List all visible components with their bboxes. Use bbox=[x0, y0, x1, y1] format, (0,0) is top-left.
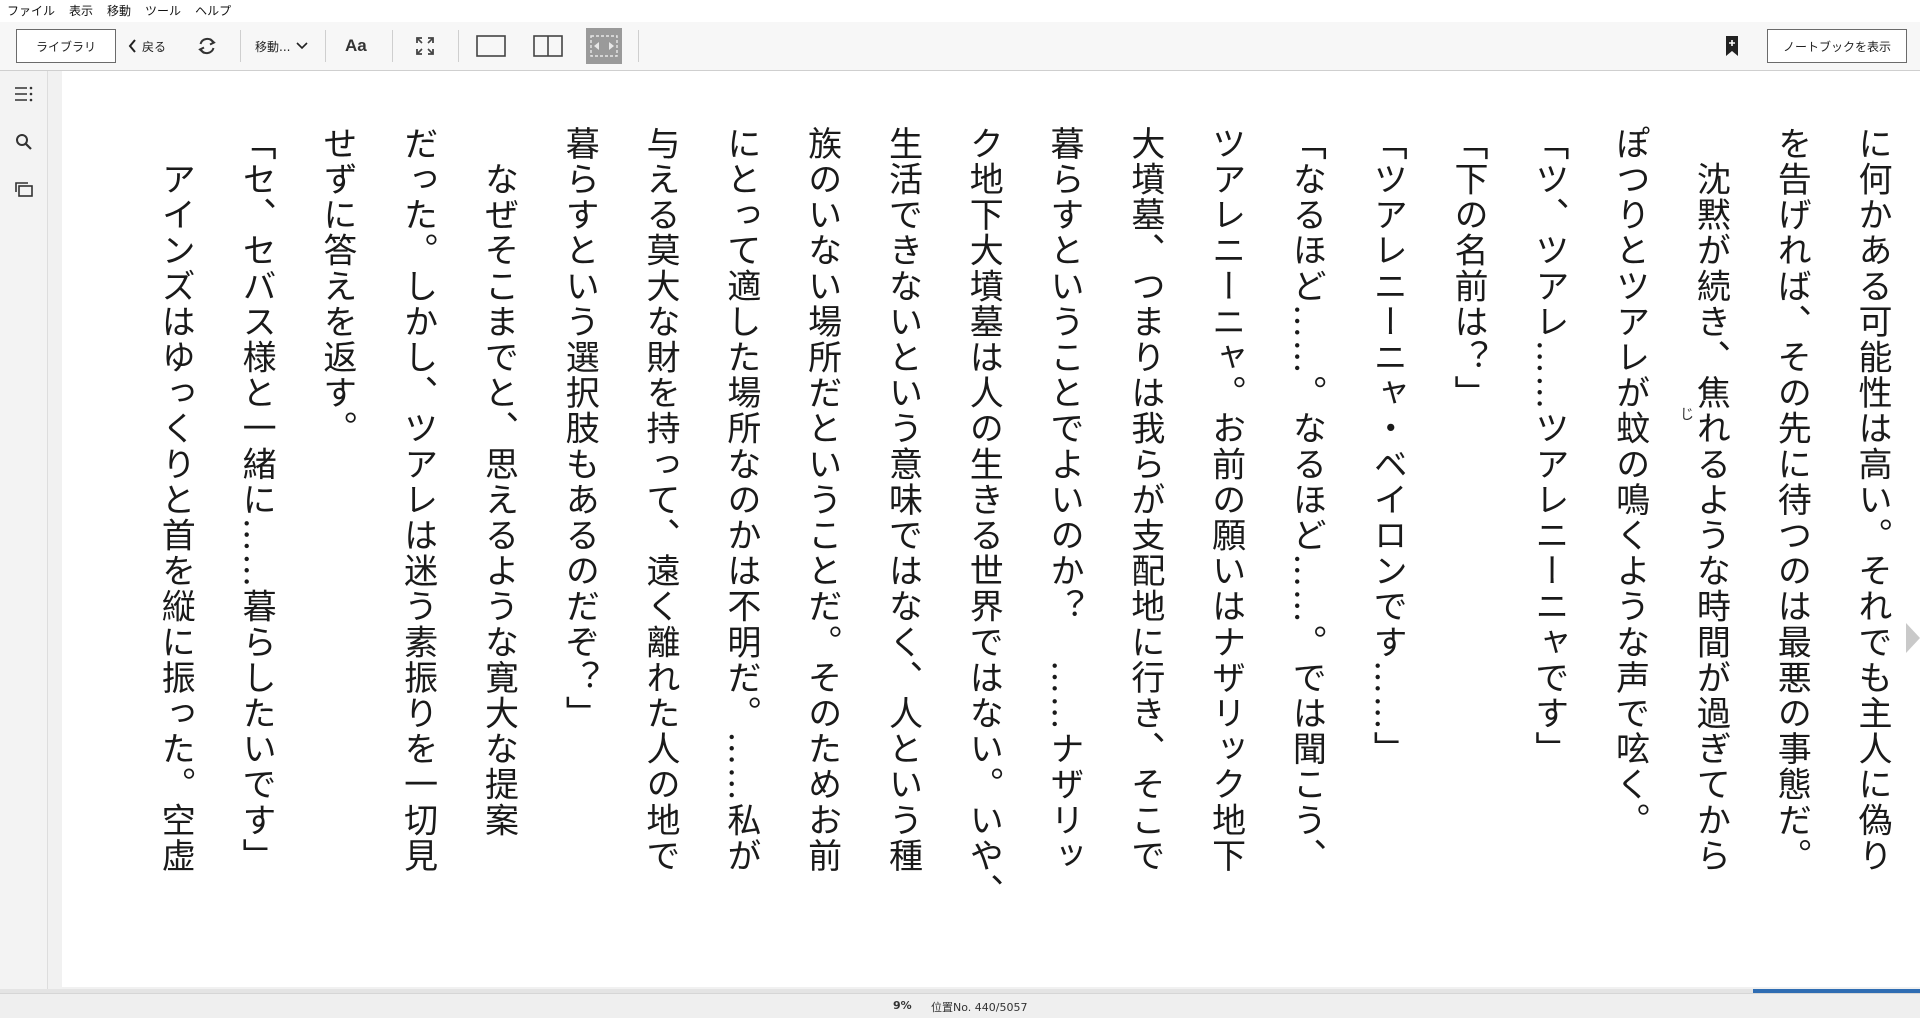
refresh-icon bbox=[198, 38, 216, 54]
next-page-arrow[interactable] bbox=[1906, 623, 1920, 653]
text-line: 族のいない場所だということだ。そのためお前 bbox=[801, 126, 842, 874]
text-line: なぜそこまでと、思えるような寛大な提案 bbox=[478, 126, 519, 838]
book-text-area: に何かある可能性は高い。それでも主人に偽り を告げれば、その先に待つのは最悪の事態… bbox=[102, 126, 1912, 986]
fullscreen-button[interactable] bbox=[414, 22, 436, 70]
bookmark-plus-icon bbox=[1726, 36, 1738, 56]
two-page-button[interactable] bbox=[533, 22, 563, 70]
font-settings-label: Aa bbox=[345, 36, 367, 55]
fit-width-icon bbox=[590, 35, 618, 57]
toolbar-divider bbox=[392, 30, 393, 62]
text-line: 「下の名前は？」 bbox=[1448, 126, 1489, 411]
text-line: 「ツ、ツアレ……ツアレニーニャです」 bbox=[1528, 126, 1569, 767]
library-button-label: ライブラリ bbox=[35, 39, 96, 54]
fullscreen-icon bbox=[416, 37, 434, 55]
back-button-label: 戻る bbox=[142, 39, 167, 54]
status-bar: 9% 位置No. 440/5057 bbox=[0, 989, 1920, 1018]
goto-label: 移動... bbox=[255, 39, 291, 54]
text-line: 与える莫大な財を持って、遠く離れた人の地で bbox=[640, 126, 681, 874]
text-line: ク地下大墳墓は人の生きる世界ではない。いや、 bbox=[963, 126, 1004, 910]
text-line: 沈黙が続き、焦れるような時間が過ぎてから bbox=[1690, 126, 1731, 874]
menu-view[interactable]: 表示 bbox=[62, 0, 100, 22]
text-line: 大墳墓、つまりは我らが支配地に行き、そこで bbox=[1124, 126, 1165, 874]
book-text: に何かある可能性は高い。それでも主人に偽り を告げれば、その先に待つのは最悪の事態… bbox=[134, 126, 1912, 986]
chevron-left-icon bbox=[128, 39, 136, 53]
show-notebook-label: ノートブックを表示 bbox=[1782, 39, 1891, 54]
text-line: 暮らすという選択肢もあるのだぞ？」 bbox=[559, 126, 600, 732]
text-line: ぽつりとツアレが蚊の鳴くような声で呟く。 bbox=[1609, 126, 1650, 838]
reading-progress-bar[interactable] bbox=[0, 989, 1920, 993]
cards-icon bbox=[15, 182, 33, 197]
toolbar-divider bbox=[325, 30, 326, 62]
text-line: だった。しかし、ツアレは迷う素振りを一切見 bbox=[397, 126, 438, 874]
text-line: 「セ、セバス様と一緒に……暮らしたいです」 bbox=[236, 126, 277, 874]
text-line: 「なるほど……。なるほど……。では聞こう、 bbox=[1286, 126, 1327, 874]
location-indicator: 位置No. 440/5057 bbox=[931, 1001, 1028, 1014]
toolbar-divider bbox=[240, 30, 241, 62]
menu-go[interactable]: 移動 bbox=[100, 0, 138, 22]
text-line: アインズはゆっくりと首を縦に振った。空虚 bbox=[155, 126, 196, 874]
fit-width-button[interactable] bbox=[586, 28, 622, 64]
font-settings-button[interactable]: Aa bbox=[345, 22, 367, 70]
library-button[interactable]: ライブラリ bbox=[16, 29, 116, 63]
text-line: にとって適した場所なのかは不明だ。……私が bbox=[720, 126, 761, 874]
text-line: を告げれば、その先に待つのは最悪の事態だ。 bbox=[1771, 126, 1812, 874]
ruby-annotation: じ bbox=[1680, 407, 1694, 423]
single-page-button[interactable] bbox=[476, 22, 506, 70]
refresh-button[interactable] bbox=[196, 22, 218, 70]
menu-tools[interactable]: ツール bbox=[138, 0, 188, 22]
menu-file[interactable]: ファイル bbox=[0, 0, 62, 22]
toolbar-divider bbox=[458, 30, 459, 62]
progress-percent: 9% bbox=[893, 999, 912, 1012]
menu-bar: ファイル 表示 移動 ツール ヘルプ bbox=[0, 0, 1920, 22]
menu-help[interactable]: ヘルプ bbox=[188, 0, 238, 22]
single-page-icon bbox=[476, 35, 506, 57]
text-line: ツアレニーニャ。お前の願いはナザリック地下 bbox=[1205, 126, 1246, 874]
reading-page[interactable]: に何かある可能性は高い。それでも主人に偽り を告げれば、その先に待つのは最悪の事態… bbox=[62, 71, 1920, 987]
reading-progress-fill bbox=[1753, 989, 1920, 993]
show-notebook-button[interactable]: ノートブックを表示 bbox=[1767, 29, 1907, 63]
text-line: せずに答えを返す。 bbox=[316, 126, 357, 447]
table-of-contents-icon bbox=[15, 86, 33, 102]
search-button[interactable] bbox=[13, 131, 35, 153]
text-line: 暮らすということでよいのか？ ……ナザリッ bbox=[1044, 126, 1085, 874]
toolbar-divider bbox=[638, 30, 639, 62]
back-button[interactable]: 戻る bbox=[128, 22, 166, 70]
goto-dropdown[interactable]: 移動... bbox=[255, 22, 309, 70]
flashcards-button[interactable] bbox=[13, 178, 35, 200]
text-line: 「ツアレニーニャ・ベイロンです……」 bbox=[1367, 126, 1408, 767]
toc-button[interactable] bbox=[13, 83, 35, 105]
search-icon bbox=[16, 134, 32, 150]
toolbar: ライブラリ 戻る 移動... Aa ノートブックを表示 bbox=[0, 22, 1920, 71]
text-line: 生活できないという意味ではなく、人という種 bbox=[882, 126, 923, 874]
chevron-down-icon bbox=[296, 42, 309, 50]
add-bookmark-button[interactable] bbox=[1724, 22, 1740, 70]
text-line: に何かある可能性は高い。それでも主人に偽り bbox=[1852, 126, 1892, 874]
left-sidebar bbox=[0, 71, 48, 993]
two-page-icon bbox=[533, 35, 563, 57]
